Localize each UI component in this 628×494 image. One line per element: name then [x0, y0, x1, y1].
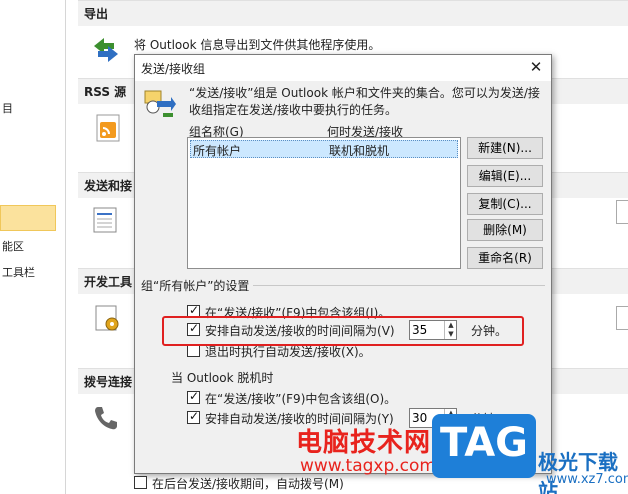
- group-settings-label: 组“所有帐户”的设置: [141, 277, 254, 294]
- watermark-text: 电脑技术网: [296, 428, 432, 458]
- offline-include-checkbox[interactable]: 在“发送/接收”(F9)中包含该组(O)。: [187, 389, 447, 407]
- dialog-titlebar[interactable]: 发送/接收组 ✕: [135, 55, 551, 81]
- edit-button[interactable]: 编辑(E)...: [467, 165, 543, 187]
- highlight-annotation: [162, 316, 524, 346]
- list-item[interactable]: 所有帐户 联机和脱机: [190, 140, 458, 158]
- list-item-name: 所有帐户: [193, 144, 242, 158]
- groups-list[interactable]: 所有帐户 联机和脱机: [187, 137, 461, 269]
- offline-settings-label: 当 Outlook 脱机时: [171, 371, 274, 385]
- send-receive-groups-icon: [144, 90, 176, 117]
- export-arrows-icon: [94, 38, 118, 62]
- dialog-description: “发送/接收”组是 Outlook 帐户和文件夹的集合。您可以为发送/接收组指定…: [189, 86, 540, 117]
- checkbox-checked[interactable]: [187, 389, 200, 404]
- delete-button[interactable]: 删除(M): [467, 219, 543, 241]
- options-sidebar: 目 能区 工具栏: [0, 0, 66, 494]
- dialog-title: 发送/接收组: [141, 62, 206, 76]
- close-icon[interactable]: ✕: [525, 57, 547, 77]
- rename-button[interactable]: 重命名(R): [467, 247, 543, 269]
- watermark-site-url: www.xz7.com: [546, 472, 628, 487]
- background-button-partial-2[interactable]: [616, 306, 628, 330]
- list-item-when: 联机和脱机: [329, 144, 390, 158]
- section-header-export: 导出: [78, 0, 628, 26]
- sidebar-item-partial[interactable]: 目: [0, 98, 60, 120]
- sidebar-item-ribbon[interactable]: 能区: [0, 236, 60, 258]
- copy-button[interactable]: 复制(C)...: [467, 193, 543, 215]
- developer-gear-doc-icon: [95, 305, 119, 331]
- phone-icon: [95, 407, 117, 430]
- checkbox-checked[interactable]: [187, 409, 200, 424]
- sidebar-item-toolbar[interactable]: 工具栏: [0, 262, 60, 284]
- tag-logo: TAG: [432, 414, 536, 478]
- export-description: 将 Outlook 信息导出到文件供其他程序使用。: [134, 38, 381, 52]
- sidebar-item-selected[interactable]: [0, 205, 56, 231]
- rss-icon: [96, 114, 120, 142]
- new-button[interactable]: 新建(N)...: [467, 137, 543, 159]
- auto-dial-checkbox[interactable]: 在后台发送/接收期间，自动拨号(M): [134, 474, 374, 492]
- send-receive-doc-icon: [93, 207, 117, 233]
- send-receive-groups-dialog: 发送/接收组 ✕ “发送/接收”组是 Outlook 帐户和文件夹的集合。您可以…: [134, 54, 552, 474]
- background-button-partial[interactable]: [616, 200, 628, 224]
- checkbox-unchecked[interactable]: [134, 476, 147, 489]
- watermark-url: www.tagxp.com: [300, 456, 436, 476]
